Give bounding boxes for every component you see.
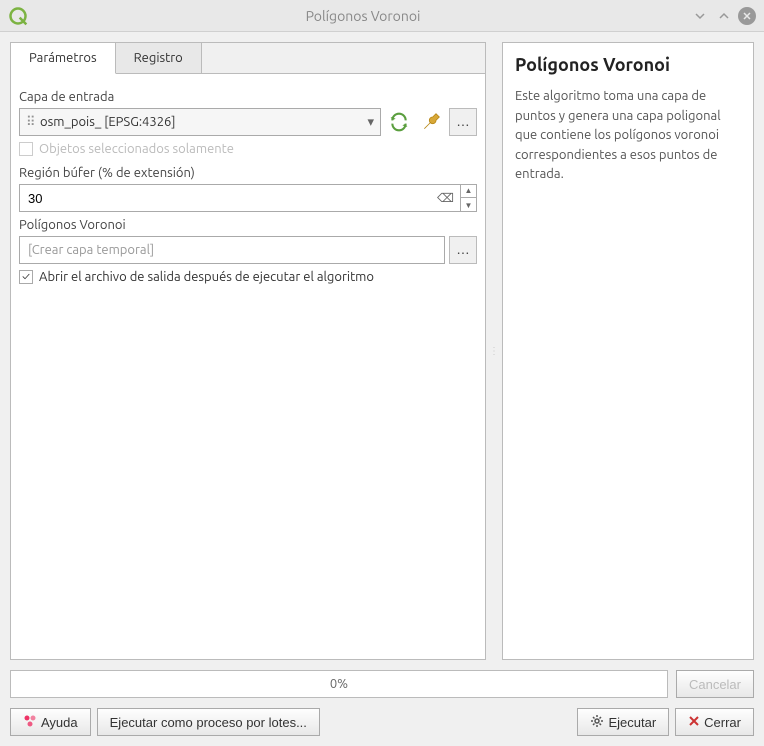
buffer-label: Región búfer (% de extensión) xyxy=(19,166,477,180)
wrench-icon[interactable] xyxy=(417,108,445,136)
chevron-down-icon: ▾ xyxy=(367,115,374,130)
open-after-checkbox[interactable] xyxy=(19,270,33,284)
spin-down-icon[interactable]: ▼ xyxy=(461,198,476,212)
buffer-input[interactable] xyxy=(20,191,431,206)
output-input[interactable]: [Crear capa temporal] xyxy=(19,236,445,264)
run-button[interactable]: Ejecutar xyxy=(577,708,669,736)
open-after-row[interactable]: Abrir el archivo de salida después de ej… xyxy=(19,270,477,284)
content-area: Parámetros Registro Capa de entrada ⠿ os… xyxy=(0,32,764,670)
selected-only-checkbox xyxy=(19,142,33,156)
bottom-bar: 0% Cancelar Ayuda Ejecutar como proceso … xyxy=(0,670,764,746)
parameters-panel: Parámetros Registro Capa de entrada ⠿ os… xyxy=(10,42,486,660)
maximize-icon[interactable] xyxy=(714,6,734,26)
help-icon xyxy=(23,714,37,731)
help-button-label: Ayuda xyxy=(41,715,78,730)
close-icon[interactable] xyxy=(738,7,756,25)
gear-icon xyxy=(590,714,604,731)
window-controls xyxy=(690,6,756,26)
progress-bar: 0% xyxy=(10,670,668,698)
selected-only-row: Objetos seleccionados solamente xyxy=(19,142,477,156)
help-title: Polígonos Voronoi xyxy=(515,55,741,75)
output-placeholder: [Crear capa temporal] xyxy=(28,243,154,257)
tab-parameters[interactable]: Parámetros xyxy=(11,43,116,74)
help-text: Este algoritmo toma una capa de puntos y… xyxy=(515,87,741,185)
tab-content: Capa de entrada ⠿ osm_pois_ [EPSG:4326] … xyxy=(11,74,485,659)
titlebar: Polígonos Voronoi xyxy=(0,0,764,32)
run-button-label: Ejecutar xyxy=(608,715,656,730)
points-layer-icon: ⠿ xyxy=(26,115,40,130)
iterate-icon[interactable] xyxy=(385,108,413,136)
batch-button[interactable]: Ejecutar como proceso por lotes... xyxy=(97,708,320,736)
output-label: Polígonos Voronoi xyxy=(19,218,477,232)
input-browse-button[interactable]: … xyxy=(449,108,477,136)
minimize-icon[interactable] xyxy=(690,6,710,26)
help-button[interactable]: Ayuda xyxy=(10,708,91,736)
tab-bar: Parámetros Registro xyxy=(11,43,485,74)
window-title: Polígonos Voronoi xyxy=(36,8,690,24)
splitter-handle[interactable]: ⋮ xyxy=(492,42,496,660)
input-layer-combo[interactable]: ⠿ osm_pois_ [EPSG:4326] ▾ xyxy=(19,108,381,136)
selected-only-label: Objetos seleccionados solamente xyxy=(39,142,234,156)
dialog-window: Polígonos Voronoi Parámetros Registro Ca… xyxy=(0,0,764,746)
clear-icon[interactable]: ⌫ xyxy=(431,191,460,205)
close-button-label: Cerrar xyxy=(704,715,741,730)
qgis-icon xyxy=(8,6,28,26)
spin-up-icon[interactable]: ▲ xyxy=(461,184,476,198)
close-button[interactable]: Cerrar xyxy=(675,708,754,736)
input-layer-label: Capa de entrada xyxy=(19,90,477,104)
buffer-spinbox[interactable]: ⌫ ▲ ▼ xyxy=(19,184,477,212)
x-icon xyxy=(688,715,700,730)
progress-text: 0% xyxy=(330,677,348,691)
help-panel: Polígonos Voronoi Este algoritmo toma un… xyxy=(502,42,754,660)
open-after-label: Abrir el archivo de salida después de ej… xyxy=(39,270,374,284)
tab-log[interactable]: Registro xyxy=(116,43,202,73)
input-layer-value: osm_pois_ [EPSG:4326] xyxy=(40,115,367,129)
output-browse-button[interactable]: … xyxy=(449,236,477,264)
cancel-button: Cancelar xyxy=(676,670,754,698)
